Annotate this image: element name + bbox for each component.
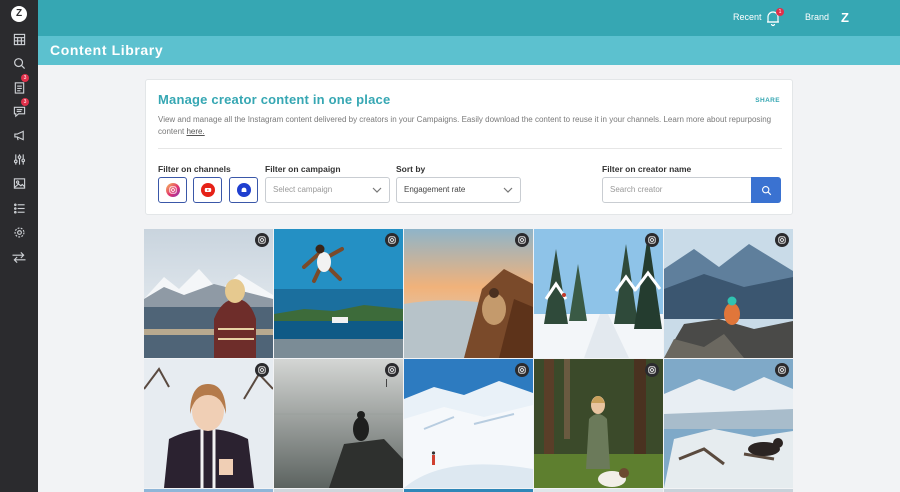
sliders-icon: [13, 153, 25, 165]
chevron-down-icon: [503, 187, 513, 193]
sidebar-item-lists[interactable]: [0, 198, 38, 218]
content-tile[interactable]: [664, 359, 793, 488]
content-image: [664, 229, 793, 358]
card-description: View and manage all the Instagram conten…: [158, 114, 778, 138]
instagram-icon: [775, 233, 789, 247]
campaign-select[interactable]: Select campaign: [265, 177, 390, 203]
content-image: [404, 359, 533, 488]
card-heading: Manage creator content in one place: [158, 92, 391, 107]
content-image: [534, 359, 663, 488]
app-logo[interactable]: Z: [11, 6, 27, 22]
image-icon: [13, 177, 25, 189]
instagram-icon: [255, 363, 269, 377]
content-image: [144, 229, 273, 358]
gear-icon: [13, 226, 25, 238]
chevron-down-icon: [372, 187, 382, 193]
divider: [158, 148, 782, 149]
recent-link[interactable]: Recent: [733, 12, 762, 22]
sidebar: Z 3 3: [0, 0, 38, 492]
instagram-icon: [645, 233, 659, 247]
sidebar-item-dashboard[interactable]: [0, 29, 38, 49]
page-title-bar: Content Library: [38, 36, 900, 65]
search-icon: [13, 57, 25, 69]
content-tile[interactable]: [404, 229, 533, 358]
list-icon: [13, 202, 25, 214]
instagram-icon: [515, 363, 529, 377]
megaphone-icon: [13, 129, 24, 141]
description-text: View and manage all the Instagram conten…: [158, 115, 772, 136]
sidebar-item-switch[interactable]: [0, 247, 38, 267]
notification-count-badge: 1: [776, 8, 784, 16]
instagram-icon: [515, 233, 529, 247]
sidebar-item-messages[interactable]: 3: [0, 98, 38, 121]
content-image: [274, 229, 403, 358]
brand-logo: Z: [841, 10, 849, 25]
notification-badge: 3: [21, 98, 29, 106]
content-tile[interactable]: [144, 359, 273, 488]
content-image: [534, 229, 663, 358]
blog-icon: [236, 183, 251, 197]
sidebar-item-campaigns[interactable]: 3: [0, 74, 38, 97]
brand-menu[interactable]: Brand: [805, 12, 829, 22]
sort-select[interactable]: Engagement rate: [396, 177, 521, 203]
search-icon: [761, 185, 771, 195]
content-image: [404, 229, 533, 358]
instagram-icon: [385, 363, 399, 377]
content-image: [144, 359, 273, 488]
creator-filter-label: Filter on creator name: [602, 164, 692, 174]
content-tile[interactable]: [534, 359, 663, 488]
content-tile[interactable]: [664, 229, 793, 358]
content-tile[interactable]: [144, 229, 273, 358]
content-grid: [144, 229, 794, 492]
top-header: Recent 1 Brand Z: [38, 0, 900, 36]
sort-label: Sort by: [396, 164, 426, 174]
clipboard-icon: [14, 81, 24, 94]
creator-search-button[interactable]: [751, 177, 781, 203]
learn-more-link[interactable]: here.: [186, 127, 204, 136]
grid-icon: [13, 33, 25, 45]
chat-icon: [13, 106, 25, 117]
content-image: [274, 359, 403, 488]
instagram-icon: [385, 233, 399, 247]
sidebar-item-settings[interactable]: [0, 222, 38, 242]
page-title: Content Library: [50, 42, 164, 58]
channels-filter-label: Filter on channels: [158, 164, 231, 174]
notification-badge: 3: [21, 74, 29, 82]
instagram-icon: [165, 183, 180, 197]
instagram-icon: [255, 233, 269, 247]
share-button[interactable]: SHARE: [755, 97, 780, 104]
creator-search-input[interactable]: Search creator: [602, 177, 752, 203]
sidebar-item-content-library[interactable]: [0, 173, 38, 193]
instagram-channel-button[interactable]: [158, 177, 187, 203]
content-tile[interactable]: [404, 359, 533, 488]
content-tile[interactable]: [274, 229, 403, 358]
content-library-card: Manage creator content in one place SHAR…: [145, 79, 793, 215]
campaign-select-placeholder: Select campaign: [273, 185, 333, 194]
sidebar-item-announcements[interactable]: [0, 125, 38, 145]
youtube-icon: [200, 183, 215, 197]
content-tile[interactable]: [274, 359, 403, 488]
sort-select-value: Engagement rate: [404, 185, 466, 194]
instagram-icon: [645, 363, 659, 377]
blog-channel-button[interactable]: [229, 177, 258, 203]
content-image: [664, 359, 793, 488]
youtube-channel-button[interactable]: [193, 177, 222, 203]
sidebar-item-settings-sliders[interactable]: [0, 149, 38, 169]
content-tile[interactable]: [534, 229, 663, 358]
swap-icon: [12, 251, 26, 263]
instagram-icon: [775, 363, 789, 377]
sidebar-item-search[interactable]: [0, 53, 38, 73]
campaign-filter-label: Filter on campaign: [265, 164, 341, 174]
